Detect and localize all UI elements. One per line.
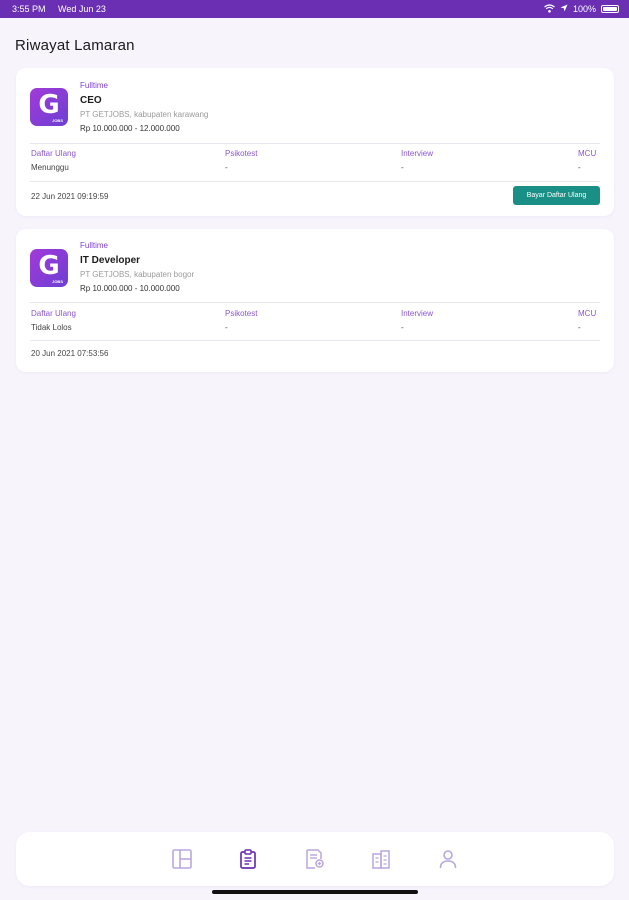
company-location: PT GETJOBS, kabupaten karawang: [80, 110, 209, 119]
status-left: 3:55 PM Wed Jun 23: [12, 4, 116, 14]
application-date: 22 Jun 2021 09:19:59: [31, 192, 109, 201]
application-card[interactable]: G JOBS Fulltime IT Developer PT GETJOBS,…: [16, 229, 614, 372]
nav-applications[interactable]: [236, 847, 260, 871]
logo-letter: G: [38, 251, 60, 281]
application-date: 20 Jun 2021 07:53:56: [31, 349, 109, 358]
battery-percent: 100%: [572, 4, 596, 14]
stage-label-daftar-ulang: Daftar Ulang: [31, 149, 76, 158]
stage-value-interview: -: [401, 163, 404, 172]
stage-value-psikotest: -: [225, 163, 228, 172]
home-indicator: [212, 890, 418, 894]
stage-label-interview: Interview: [401, 309, 434, 318]
company-location: PT GETJOBS, kabupaten bogor: [80, 270, 195, 279]
nav-profile[interactable]: [436, 847, 460, 871]
clipboard-icon: [240, 849, 256, 869]
stage-label-psikotest: Psikotest: [225, 149, 258, 158]
divider: [30, 340, 600, 341]
stage-value-daftar-ulang: Menunggu: [31, 163, 69, 172]
battery-icon: [601, 5, 619, 13]
user-icon: [439, 850, 457, 869]
document-search-icon: [306, 849, 324, 869]
stage-label-mcu: MCU: [578, 149, 597, 158]
job-title: IT Developer: [80, 255, 141, 266]
divider: [30, 181, 600, 182]
company-logo: G JOBS: [30, 249, 68, 287]
application-card[interactable]: G JOBS Fulltime CEO PT GETJOBS, kabupate…: [16, 68, 614, 216]
nav-job-search[interactable]: [303, 847, 327, 871]
stage-label-daftar-ulang: Daftar Ulang: [31, 309, 76, 318]
stage-value-daftar-ulang: Tidak Lolos: [31, 323, 72, 332]
bottom-navigation: [16, 832, 614, 886]
location-icon: [560, 4, 568, 14]
status-date: Wed Jun 23: [58, 4, 106, 14]
logo-letter: G: [38, 90, 60, 120]
divider: [30, 302, 600, 303]
salary-range: Rp 10.000.000 - 12.000.000: [80, 124, 180, 133]
dashboard-icon: [172, 849, 192, 869]
logo-text: JOBS: [52, 118, 63, 123]
divider: [30, 143, 600, 144]
nav-dashboard[interactable]: [170, 847, 194, 871]
job-title: CEO: [80, 95, 102, 106]
salary-range: Rp 10.000.000 - 10.000.000: [80, 284, 180, 293]
battery-fill: [603, 7, 617, 11]
page-title: Riwayat Lamaran: [15, 37, 135, 54]
status-bar: 3:55 PM Wed Jun 23 100%: [0, 0, 629, 18]
logo-text: JOBS: [52, 279, 63, 284]
wifi-icon: [544, 3, 555, 15]
status-time: 3:55 PM: [12, 4, 46, 14]
nav-companies[interactable]: [369, 847, 393, 871]
building-icon: [372, 850, 390, 869]
stage-value-mcu: -: [578, 163, 581, 172]
status-right: 100%: [544, 3, 619, 15]
stage-value-interview: -: [401, 323, 404, 332]
stage-label-mcu: MCU: [578, 309, 597, 318]
company-logo: G JOBS: [30, 88, 68, 126]
job-type: Fulltime: [80, 81, 109, 90]
pay-reregistration-button[interactable]: Bayar Daftar Ulang: [513, 186, 600, 205]
job-type: Fulltime: [80, 241, 109, 250]
stage-value-mcu: -: [578, 323, 581, 332]
stage-label-interview: Interview: [401, 149, 434, 158]
stage-value-psikotest: -: [225, 323, 228, 332]
stage-label-psikotest: Psikotest: [225, 309, 258, 318]
